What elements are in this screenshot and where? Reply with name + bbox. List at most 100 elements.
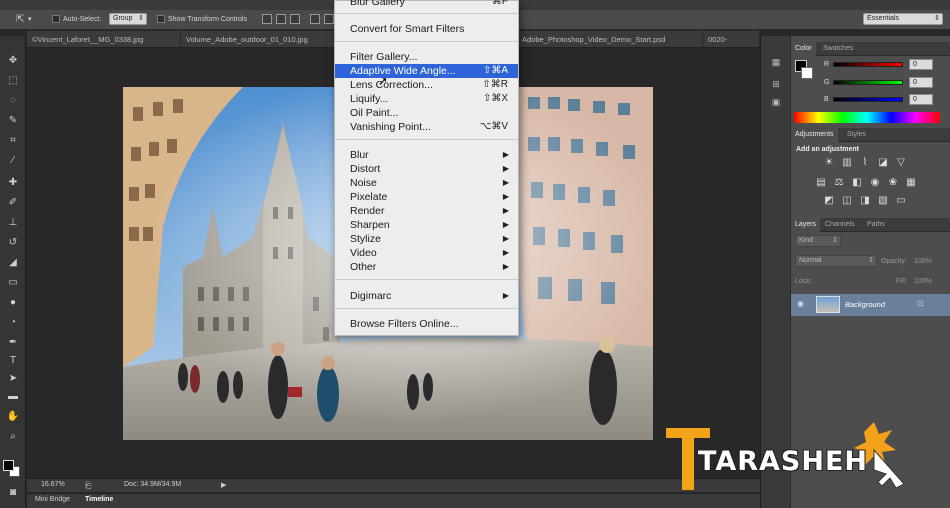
tab-channels[interactable]: Channels [821,218,859,232]
tab-adjustments[interactable]: Adjustments [791,128,838,142]
menu-item-digimarc[interactable]: Digimarc ▶ [335,289,518,303]
color-balance-icon[interactable]: ⚖ [833,177,845,188]
brush-tool-icon[interactable]: ✐ [5,196,21,210]
r-value[interactable]: 0 [909,59,933,70]
channel-mixer-icon[interactable]: ❀ [887,177,899,188]
brightness-contrast-icon[interactable]: ☀ [823,157,835,168]
align-middle-icon[interactable] [276,14,286,24]
tab-document-1[interactable]: ©Vincent_Laforet__MG_0338.jpg [27,31,181,48]
gradient-tool-icon[interactable]: ▭ [5,276,21,290]
menu-item-stylize[interactable]: Stylize ▶ [335,232,518,246]
quick-mask-icon[interactable]: ◙ [5,486,21,500]
history-icon[interactable]: ▦ [769,56,783,68]
color-ramp[interactable] [794,112,940,123]
align-bottom-icon[interactable] [290,14,300,24]
visibility-eye-icon[interactable]: ◉ [797,299,804,308]
menu-item-video[interactable]: Video ▶ [335,246,518,260]
vibrance-icon[interactable]: ▽ [895,157,907,168]
hue-saturation-icon[interactable]: ▤ [815,177,827,188]
menu-item-noise[interactable]: Noise ▶ [335,176,518,190]
menu-item-adaptive-wide-angle[interactable]: Adaptive Wide Angle... ⇧⌘A [335,64,518,78]
opacity-value[interactable]: 100% [914,258,932,265]
hand-tool-icon[interactable]: ✋ [5,410,21,424]
actions-icon[interactable]: ▣ [769,96,783,108]
export-icon[interactable]: ⎗ [85,481,91,491]
align-top-icon[interactable] [262,14,272,24]
properties-icon[interactable]: ⊞ [769,78,783,90]
crop-tool-icon[interactable]: ⌗ [5,134,21,148]
move-tool-icon[interactable]: ✥ [5,54,21,68]
layer-name[interactable]: Background [845,300,885,309]
tab-document-3[interactable]: Adobe_Photoshop_Video_Demo_Start.psd [517,31,703,48]
status-menu-arrow-icon[interactable]: ▶ [221,481,226,489]
align-left-icon[interactable] [310,14,320,24]
menu-item-pixelate[interactable]: Pixelate ▶ [335,190,518,204]
tool-preset-chevron-icon[interactable]: ▾ [28,13,32,26]
eyedropper-tool-icon[interactable]: ⁄ [5,154,21,168]
menu-item-filter-gallery[interactable]: Filter Gallery... [335,50,518,64]
clone-stamp-tool-icon[interactable]: ⊥ [5,216,21,230]
levels-icon[interactable]: ▥ [841,157,853,168]
dodge-tool-icon[interactable]: ◔ [5,316,21,330]
gradient-map-icon[interactable]: ▭ [895,195,907,206]
quick-select-tool-icon[interactable]: ✎ [5,114,21,128]
move-tool-icon[interactable]: ⇱ [16,13,24,26]
menu-item-convert-smart-filters[interactable]: Convert for Smart Filters [335,22,518,36]
history-brush-tool-icon[interactable]: ↺ [5,236,21,250]
menu-item-sharpen[interactable]: Sharpen ▶ [335,218,518,232]
color-lookup-icon[interactable]: ▦ [905,177,917,188]
pen-tool-icon[interactable]: ✒ [5,336,21,350]
zoom-tool-icon[interactable]: ⌕ [5,430,21,444]
tab-paths[interactable]: Paths [863,218,889,232]
selective-color-icon[interactable]: ▧ [877,195,889,206]
menu-item-liquify[interactable]: Liquify... ⇧⌘X [335,92,518,106]
curves-icon[interactable]: ⌇ [859,157,871,168]
tab-timeline[interactable]: Timeline [85,496,113,503]
layer-row-background[interactable]: ◉ Background ⊡ [791,294,950,316]
tab-document-2[interactable]: Volume_Adobe_outdoor_01_010.jpg [181,31,353,48]
b-value[interactable]: 0 [909,94,933,105]
healing-brush-tool-icon[interactable]: ✚ [5,176,21,190]
tab-color[interactable]: Color [791,42,816,56]
g-value[interactable]: 0 [909,77,933,88]
path-selection-tool-icon[interactable]: ➤ [5,372,21,386]
background-color-chip[interactable] [801,67,813,79]
align-center-icon[interactable] [324,14,334,24]
layer-filter-kind[interactable]: Kind ⇕ [795,235,841,247]
r-slider[interactable] [833,62,903,67]
blend-mode-dropdown[interactable]: Normal ⇕ [795,255,877,267]
tab-mini-bridge[interactable]: Mini Bridge [35,496,70,503]
menu-item-blur-gallery[interactable]: Blur Gallery ⌘F [335,0,518,9]
shape-tool-icon[interactable]: ▬ [5,390,21,404]
blur-tool-icon[interactable]: ● [5,296,21,310]
tab-styles[interactable]: Styles [843,128,870,142]
type-tool-icon[interactable]: T [5,354,21,368]
posterize-icon[interactable]: ◫ [841,195,853,206]
menu-item-other[interactable]: Other ▶ [335,260,518,274]
marquee-tool-icon[interactable]: ⬚ [5,74,21,88]
auto-select-checkbox[interactable] [52,15,60,23]
menu-item-lens-correction[interactable]: Lens Correction... ⇧⌘R [335,78,518,92]
menu-item-oil-paint[interactable]: Oil Paint... [335,106,518,120]
tab-document-4[interactable]: 0020- [703,31,760,48]
menu-item-distort[interactable]: Distort ▶ [335,162,518,176]
workspace-dropdown[interactable]: Essentials ⇕ [863,13,943,25]
tab-swatches[interactable]: Swatches [819,42,857,56]
lasso-tool-icon[interactable]: ◌ [5,94,21,108]
tab-layers[interactable]: Layers [791,218,821,232]
g-slider[interactable] [833,80,903,85]
menu-item-render[interactable]: Render ▶ [335,204,518,218]
eraser-tool-icon[interactable]: ◢ [5,256,21,270]
menu-item-vanishing-point[interactable]: Vanishing Point... ⌥⌘V [335,120,518,134]
threshold-icon[interactable]: ◨ [859,195,871,206]
foreground-color-swatch[interactable] [3,460,14,471]
fill-value[interactable]: 100% [914,278,932,285]
b-slider[interactable] [833,97,903,102]
show-transform-checkbox[interactable] [157,15,165,23]
invert-icon[interactable]: ◩ [823,195,835,206]
photo-filter-icon[interactable]: ◉ [869,177,881,188]
menu-item-blur[interactable]: Blur ▶ [335,148,518,162]
black-white-icon[interactable]: ◧ [851,177,863,188]
menu-item-browse-filters-online[interactable]: Browse Filters Online... [335,317,518,331]
exposure-icon[interactable]: ◪ [877,157,889,168]
